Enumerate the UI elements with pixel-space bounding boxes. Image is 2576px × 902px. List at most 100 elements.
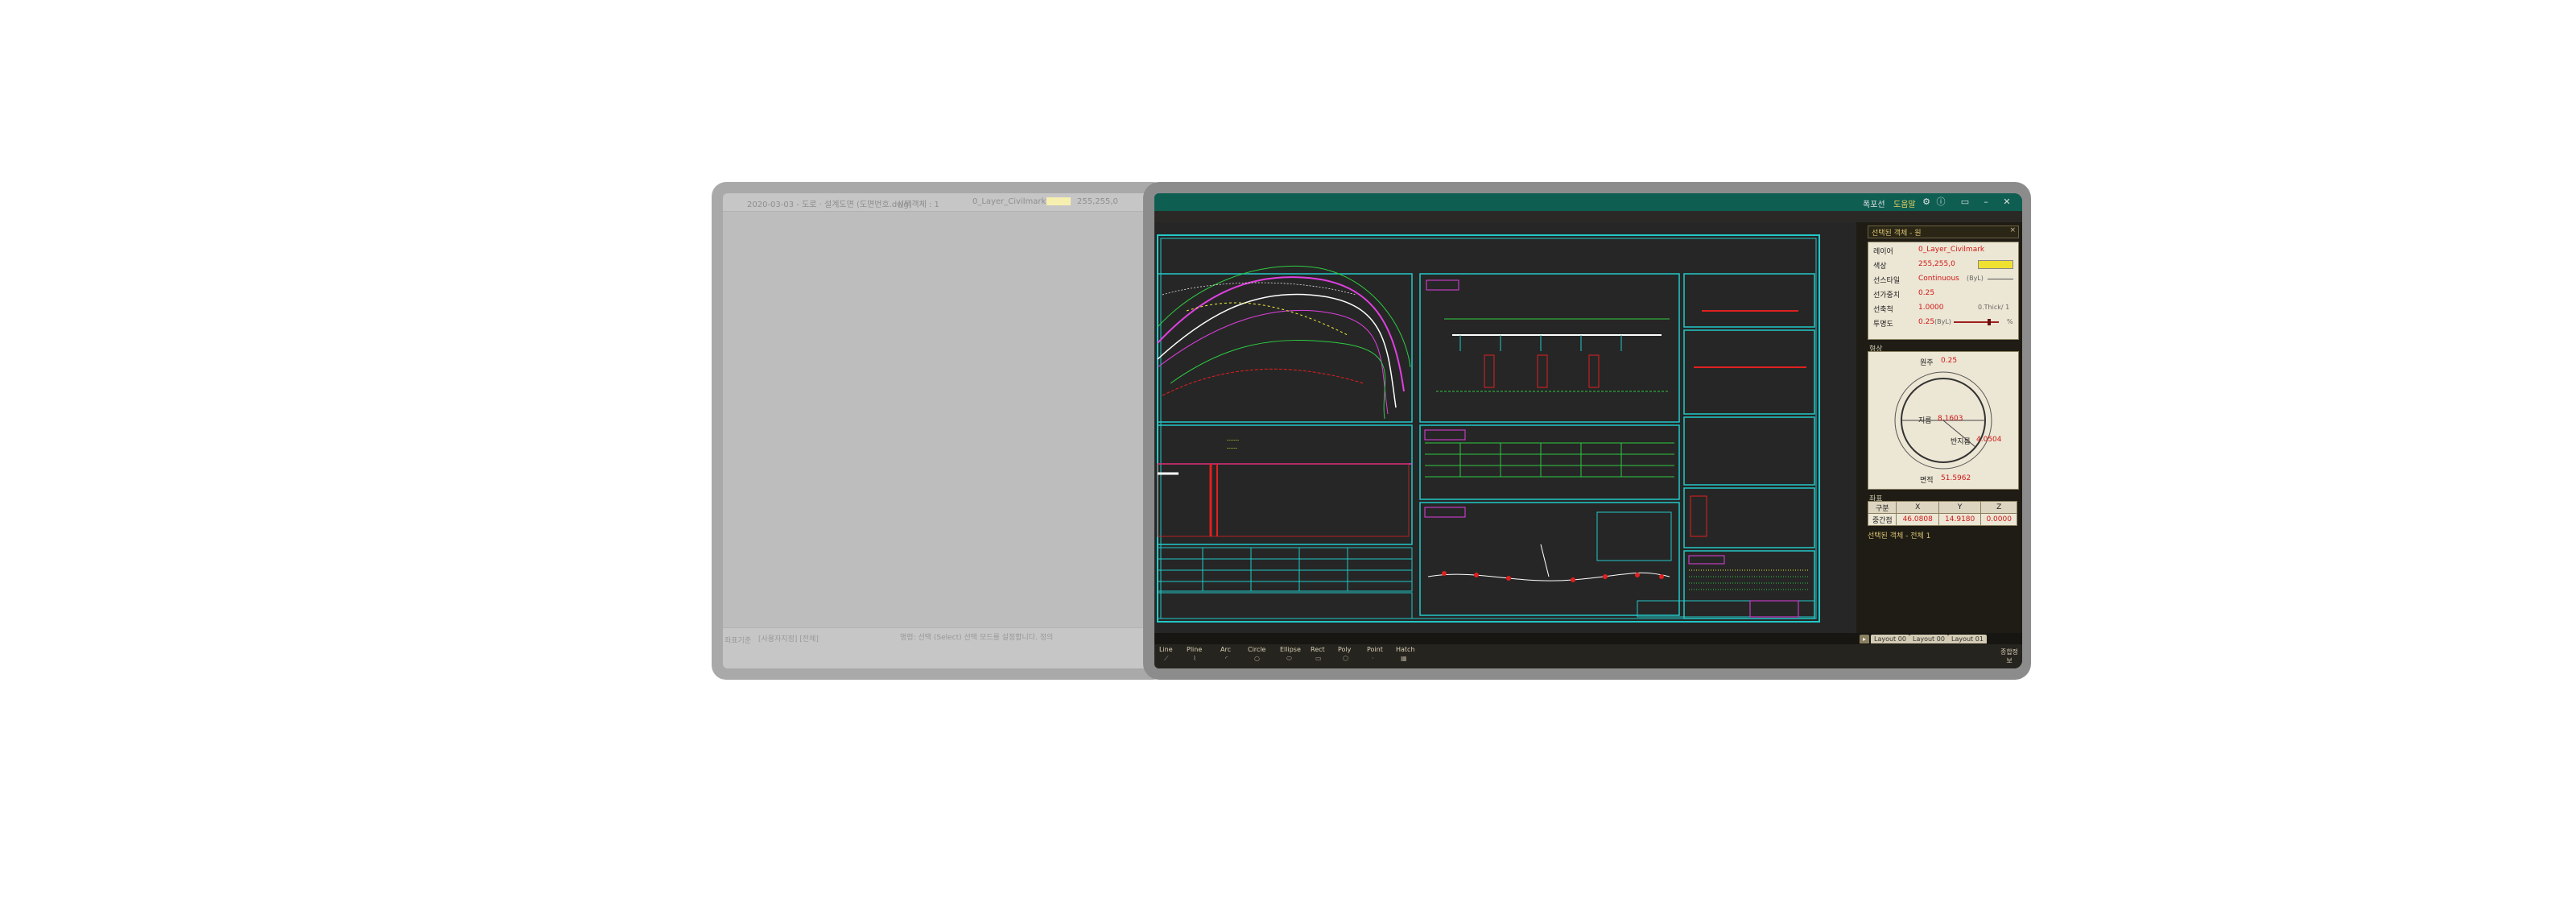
coord-header-kind: 구분 xyxy=(1867,501,1897,514)
cad-drawing: ------- ------ xyxy=(1157,234,1820,623)
title-bar: 폭포선 도움말 ⚙ ⓘ ▭ – ✕ xyxy=(1154,193,2022,211)
prop-label-layer: 레이어 xyxy=(1873,248,1893,256)
prop-value-linescale: 1.0000 xyxy=(1918,304,1944,312)
prop-value-layer: 0_Layer_Civilmark xyxy=(1918,246,1985,254)
ellipse-icon: ⬭ xyxy=(1286,655,1292,662)
drawing-canvas[interactable]: ------- ------ xyxy=(1154,222,1860,633)
rect-icon: ▭ xyxy=(1315,655,1322,662)
background-coord-label: 좌표기준 xyxy=(724,637,752,645)
tool-circle[interactable]: Circle xyxy=(1248,646,1265,653)
svg-text:-------: ------- xyxy=(1227,437,1239,443)
diameter-label: 지름 xyxy=(1918,417,1932,425)
prop-sub-linetype: (ByL) xyxy=(1967,275,1984,282)
area-label: 면적 xyxy=(1920,477,1934,485)
color-swatch[interactable] xyxy=(1978,260,2013,269)
coord-row-label: 중간점 xyxy=(1867,513,1897,526)
close-icon[interactable]: ✕ xyxy=(2001,197,2013,208)
background-color-value: 255,255,0 xyxy=(1077,197,1118,206)
area-value: 51.5962 xyxy=(1941,474,1971,482)
info-icon[interactable]: ⓘ xyxy=(1935,197,1946,208)
panel-close-icon[interactable]: × xyxy=(2009,226,2016,234)
tab-layout-1[interactable]: Layout 00 xyxy=(1871,635,1909,643)
properties-title: 선택된 객체 - 원 xyxy=(1872,230,1922,238)
background-window-content: 2020-03-03 - 도로 · 설계도면 (도면번호.dwg) 선택객체 :… xyxy=(723,193,1167,668)
circle-icon: ○ xyxy=(1254,655,1260,662)
cad-window: 폭포선 도움말 ⚙ ⓘ ▭ – ✕ ------- ------ 선택된 객체 … xyxy=(1143,182,2031,680)
minimize-icon[interactable]: – xyxy=(1980,197,1992,208)
coord-x: 46.0808 xyxy=(1896,513,1939,526)
prop-row-linetype[interactable]: 선스타일 Continuous (ByL) xyxy=(1868,271,2018,286)
prop-sub-linescale: 0.Thick/ 1 xyxy=(1978,304,2010,311)
menu-label-2[interactable]: 도움말 xyxy=(1893,197,1916,209)
properties-panel: 선택된 객체 - 원 × 레이어 0_Layer_Civilmark 색상 25… xyxy=(1856,222,2022,633)
background-title: 2020-03-03 - 도로 · 설계도면 (도면번호.dwg) xyxy=(747,201,912,209)
coord-header-x: X xyxy=(1896,501,1939,514)
pline-icon: ⌇ xyxy=(1193,655,1196,662)
diameter-value: 8.1603 xyxy=(1938,415,1963,423)
perimeter-label: 원주 xyxy=(1920,359,1934,367)
prop-value-linetype: Continuous xyxy=(1918,275,1959,283)
tool-poly[interactable]: Poly xyxy=(1338,646,1351,653)
prop-row-layer[interactable]: 레이어 0_Layer_Civilmark xyxy=(1868,242,2018,257)
tool-hatch[interactable]: Hatch xyxy=(1396,646,1415,653)
arc-icon: ◜ xyxy=(1225,655,1228,662)
coord-z: 0.0000 xyxy=(1980,513,2017,526)
line-icon: ⟋ xyxy=(1164,655,1169,662)
properties-general: 레이어 0_Layer_Civilmark 색상 255,255,0 선스타일 … xyxy=(1868,242,2019,340)
prop-label-transparency: 투명도 xyxy=(1873,321,1893,329)
profile-view: ------- ------ xyxy=(1157,424,1413,545)
tool-pline[interactable]: Pline xyxy=(1187,646,1202,653)
cad-screen: 폭포선 도움말 ⚙ ⓘ ▭ – ✕ ------- ------ 선택된 객체 … xyxy=(1154,193,2022,668)
coord-header-y: Y xyxy=(1938,501,1982,514)
background-command-hint: 명령: 선택 (Select) 선택 모드를 설정합니다. 정의 xyxy=(900,634,1054,642)
prop-row-linescale[interactable]: 선축척 1.0000 0.Thick/ 1 xyxy=(1868,300,2018,315)
prop-label-linetype: 선스타일 xyxy=(1873,277,1901,285)
poly-icon: ⬡ xyxy=(1343,655,1348,662)
prop-row-lineweight[interactable]: 선가중치 0.25 xyxy=(1868,286,2018,300)
svg-text:------: ------ xyxy=(1227,445,1237,451)
prop-sub-transparency: (ByL) xyxy=(1934,318,1951,325)
background-command-line: 좌표기준 [사용자지정] [전체] 명령: 선택 (Select) 선택 모드를… xyxy=(723,627,1167,668)
shape-panel: 원주 0.25 지름 8.1603 반지름 4.0504 면적 51.5962 xyxy=(1868,351,2019,490)
coord-y: 14.9180 xyxy=(1938,513,1982,526)
prop-value-lineweight: 0.25 xyxy=(1918,289,1935,297)
draw-toolbar: Line Pline Arc Circle Ellipse Rect Poly … xyxy=(1154,644,2022,668)
title-block xyxy=(1637,600,1815,618)
background-selection: 선택객체 : 1 xyxy=(897,201,939,209)
ribbon-strip xyxy=(1154,211,2022,222)
background-color-swatch xyxy=(1046,197,1071,205)
properties-header: 선택된 객체 - 원 × xyxy=(1868,226,2019,238)
prop-label-color: 색상 xyxy=(1873,263,1887,271)
tool-line[interactable]: Line xyxy=(1159,646,1173,653)
background-command-text: [사용자지정] [전체] xyxy=(758,635,819,643)
prop-value-transparency: 0.25 xyxy=(1918,318,1935,326)
bridge-elevation xyxy=(1419,273,1680,423)
coord-header-z: Z xyxy=(1980,501,2017,514)
restore-icon[interactable]: ▭ xyxy=(1959,197,1971,208)
transparency-slider[interactable] xyxy=(1954,321,1999,323)
menu-label-1[interactable]: 폭포선 xyxy=(1863,197,1885,209)
layout-tabs: ▸ Layout 00 Layout 00 Layout 01 xyxy=(1154,633,2022,644)
tool-arc[interactable]: Arc xyxy=(1220,646,1231,653)
selection-footer: 선택된 객체 - 전체 1 xyxy=(1868,532,1931,540)
point-icon: · xyxy=(1372,655,1374,662)
tab-model-icon[interactable]: ▸ xyxy=(1860,635,1870,643)
settings-icon[interactable]: ⚙ xyxy=(1921,197,1932,208)
status-info[interactable]: 종합정보 xyxy=(2000,648,2019,665)
transparency-slider-thumb[interactable] xyxy=(1988,319,1991,325)
tool-point[interactable]: Point xyxy=(1367,646,1383,653)
background-window: 2020-03-03 - 도로 · 설계도면 (도면번호.dwg) 선택객체 :… xyxy=(712,182,1167,680)
tool-rect[interactable]: Rect xyxy=(1311,646,1325,653)
tab-layout-3[interactable]: Layout 01 xyxy=(1948,635,1987,643)
tool-ellipse[interactable]: Ellipse xyxy=(1280,646,1301,653)
detail-column xyxy=(1683,273,1815,619)
tab-layout-2[interactable]: Layout 00 xyxy=(1909,635,1948,643)
prop-label-lineweight: 선가중치 xyxy=(1873,292,1901,300)
perimeter-value: 0.25 xyxy=(1941,357,1958,365)
coord-row[interactable]: 중간점 46.0808 14.9180 0.0000 xyxy=(1867,513,2017,526)
site-map xyxy=(1419,502,1680,616)
prop-row-color[interactable]: 색상 255,255,0 xyxy=(1868,257,2018,271)
radius-label: 반지름 xyxy=(1951,438,1971,446)
prop-row-transparency[interactable]: 투명도 0.25 (ByL) % xyxy=(1868,315,2018,329)
prop-value-color: 255,255,0 xyxy=(1918,260,1955,268)
